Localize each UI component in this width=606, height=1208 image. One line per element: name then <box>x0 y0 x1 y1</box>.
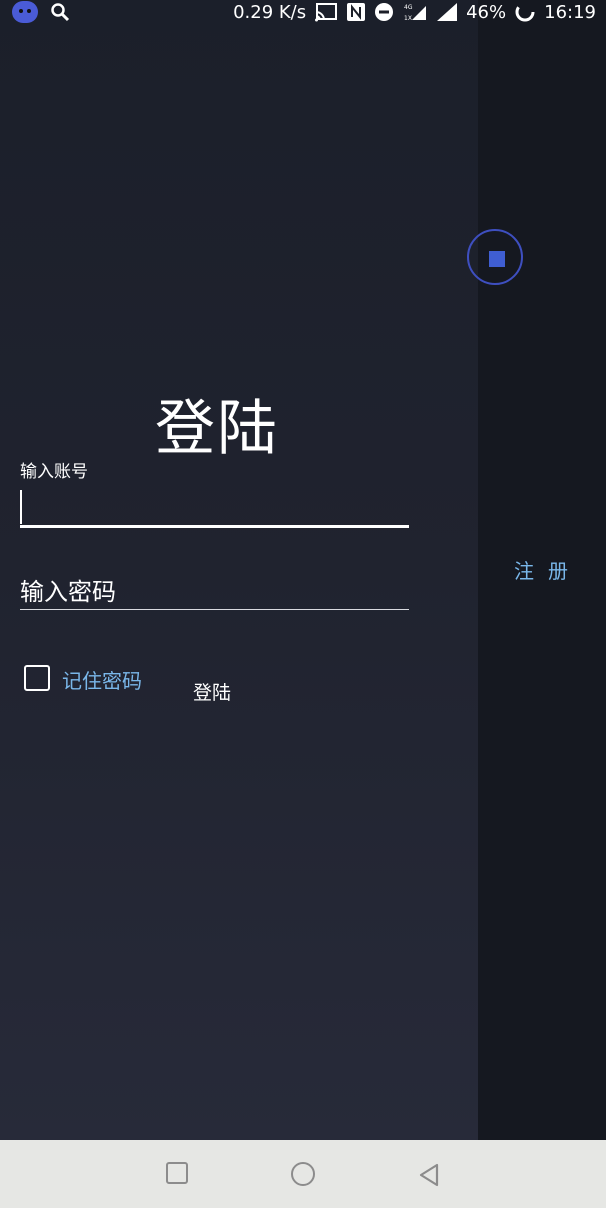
svg-text:1X: 1X <box>404 15 412 22</box>
account-input[interactable] <box>20 484 409 528</box>
screen: 0.29 K/s 4G 1X 46% 16:19 登陆 输入账号 输入密码 记住… <box>0 0 606 1208</box>
cast-icon <box>315 3 338 22</box>
stop-icon <box>489 251 505 267</box>
page-title: 登陆 <box>155 394 279 464</box>
text-cursor <box>20 490 22 524</box>
signal-icon <box>437 3 458 21</box>
remember-password-label[interactable]: 记住密码 <box>62 665 142 694</box>
account-field-label: 输入账号 <box>20 462 88 482</box>
login-button[interactable]: 登陆 <box>193 678 231 705</box>
svg-text:4G: 4G <box>404 4 413 11</box>
status-bar-right: 0.29 K/s 4G 1X 46% 16:19 <box>233 0 596 24</box>
floating-action-button[interactable] <box>467 229 523 285</box>
register-link[interactable]: 注册 <box>514 555 582 584</box>
status-bar: 0.29 K/s 4G 1X 46% 16:19 <box>0 0 606 26</box>
clock: 16:19 <box>544 1 596 23</box>
navigation-bar <box>0 1140 606 1208</box>
nfc-icon <box>347 3 366 21</box>
status-bar-left <box>12 0 70 24</box>
password-input[interactable]: 输入密码 <box>20 568 409 610</box>
4g-signal-icon: 4G 1X <box>404 4 427 22</box>
home-icon[interactable] <box>291 1162 315 1186</box>
battery-icon <box>515 2 535 22</box>
app-badge-icon <box>12 1 38 23</box>
network-speed: 0.29 K/s <box>233 1 307 23</box>
battery-percent: 46% <box>466 1 507 23</box>
search-icon <box>51 3 70 22</box>
password-placeholder: 输入密码 <box>20 578 116 606</box>
dnd-icon <box>375 3 394 21</box>
recents-icon[interactable] <box>166 1162 188 1184</box>
remember-password-checkbox[interactable] <box>24 665 50 691</box>
back-icon[interactable] <box>417 1163 441 1187</box>
